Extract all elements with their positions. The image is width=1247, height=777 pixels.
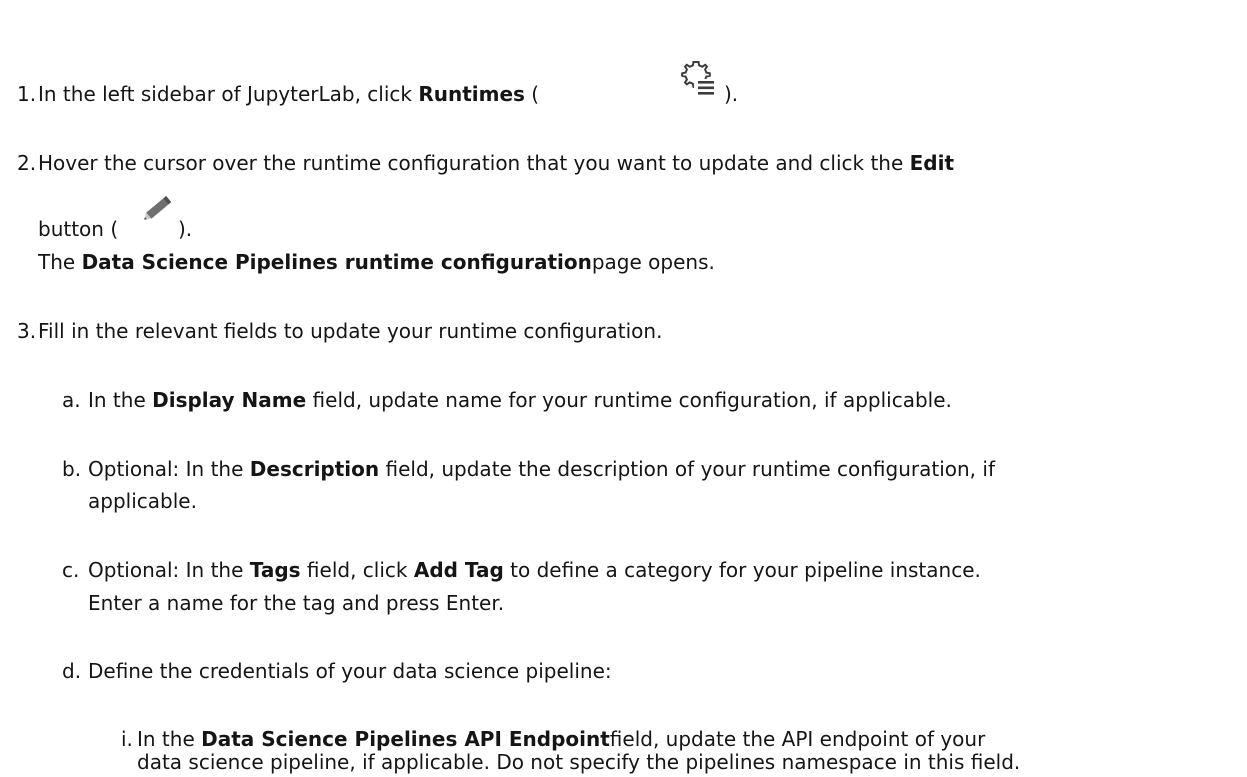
runtimes-label: Runtimes [418, 82, 525, 106]
runtimes-gear-list-icon [676, 58, 718, 106]
substep-i-numeral: i. [121, 727, 133, 751]
pencil-icon [140, 192, 176, 232]
step-2-number: 2. [17, 151, 37, 175]
substep-d-text: Define the credentials of your data scie… [88, 659, 612, 683]
substep-a-text: In the Display Name field, update name f… [88, 388, 952, 412]
substep-d-letter: d. [62, 659, 82, 683]
substep-a-letter: a. [62, 388, 81, 412]
substep-i-line-2: data science pipeline, if applicable. Do… [137, 750, 1021, 774]
step-2-line-2: button ( [38, 217, 119, 241]
substep-c-line-2: Enter a name for the tag and press Enter… [88, 591, 505, 615]
step-2-line-3: The Data Science Pipelines runtime confi… [38, 250, 715, 274]
step-3-text: Fill in the relevant fields to update yo… [38, 319, 663, 343]
substep-b-line-2: applicable. [88, 489, 197, 513]
step-1-text: In the left sidebar of JupyterLab, click… [38, 82, 540, 106]
step-2-text: Hover the cursor over the runtime config… [38, 151, 955, 175]
substep-b-text: Optional: In the Description field, upda… [88, 457, 995, 481]
substep-c-letter: c. [62, 558, 80, 582]
runtime-config-page-label: Data Science Pipelines runtime configura… [81, 250, 592, 274]
step-1-number: 1. [17, 82, 37, 106]
edit-label: Edit [909, 151, 955, 175]
substep-c-text: Optional: In the Tags field, click Add T… [88, 558, 981, 582]
substep-b-letter: b. [62, 457, 82, 481]
step-3-number: 3. [17, 319, 37, 343]
